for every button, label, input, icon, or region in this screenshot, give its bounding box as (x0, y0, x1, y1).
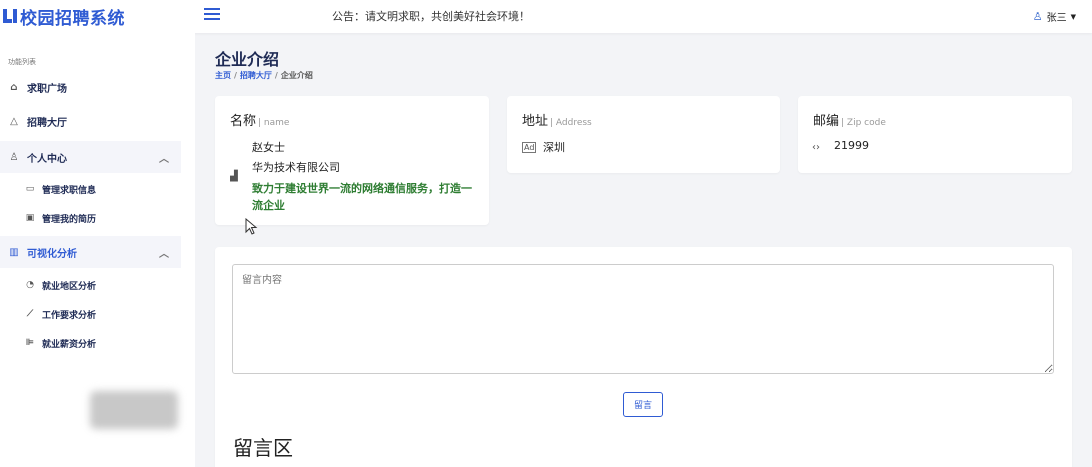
message-card: 留言 留言区 (215, 247, 1072, 467)
zip-code-value: 21999 (834, 139, 869, 152)
sidebar-item-label: 就业薪资分析 (42, 339, 97, 350)
company-name: 华为技术有限公司 (252, 161, 340, 174)
bar-chart-icon: ⊫ (25, 338, 35, 348)
hamburger-menu-icon[interactable] (204, 8, 220, 22)
contact-person: 赵女士 (252, 141, 285, 154)
company-slogan: 致力于建设世界一流的网络通信服务，打造一流企业 (252, 182, 472, 212)
mouse-cursor-icon (245, 218, 258, 235)
breadcrumb-home[interactable]: 主页 (215, 71, 231, 80)
sidebar-item-label: 求职广场 (27, 83, 67, 95)
submit-message-button[interactable]: 留言 (623, 392, 663, 417)
sidebar-item-region-analysis[interactable]: ◔ 就业地区分析 (0, 272, 181, 298)
sidebar-item-label: 个人中心 (27, 153, 67, 165)
home-icon: ⌂ (10, 81, 18, 93)
message-icon: ▭ (25, 184, 35, 194)
user-icon: ♙ (9, 151, 19, 163)
sidebar-group-visual-analysis[interactable]: ▥ 可视化分析 ︿ (0, 236, 181, 268)
brand-title: 校园招聘系统 (20, 8, 125, 29)
card-title: 邮编 | Zip code (813, 114, 886, 129)
page-title: 企业介绍 (215, 50, 280, 69)
blurred-image (90, 391, 178, 429)
shapes-icon: △ (10, 115, 18, 127)
sidebar-item-manage-resume[interactable]: ▣ 管理我的简历 (0, 205, 181, 231)
code-icon: ‹› (812, 142, 820, 153)
brand[interactable]: 校园招聘系统 (0, 4, 125, 29)
breadcrumb-current: 企业介绍 (280, 71, 313, 80)
chevron-up-icon: ︿ (159, 153, 169, 165)
sidebar-item-label: 就业地区分析 (42, 281, 97, 292)
sidebar-item-manage-job-info[interactable]: ▭ 管理求职信息 (0, 176, 181, 202)
sidebar-group-personal-center[interactable]: ♙ 个人中心 ︿ (0, 141, 181, 173)
chevron-up-icon: ︿ (159, 248, 169, 260)
pie-chart-icon: ◔ (26, 280, 34, 290)
card-title: 地址 | Address (522, 114, 592, 129)
breadcrumb: 主页 / 招聘大厅 / 企业介绍 (215, 71, 313, 80)
sidebar-item-salary-analysis[interactable]: ⊫ 就业薪资分析 (0, 330, 181, 356)
brand-logo-icon (0, 7, 20, 25)
top-navbar: 校园招聘系统 公告：请文明求职，共创美好社会环境！ ♙ 张三 ▼ (0, 0, 1092, 33)
sidebar-heading: 功能列表 (8, 58, 36, 66)
sidebar-item-label: 工作要求分析 (42, 310, 97, 321)
breadcrumb-recruitment-hall[interactable]: 招聘大厅 (240, 71, 272, 80)
announcement-text: 公告：请文明求职，共创美好社会环境！ (332, 10, 530, 23)
sidebar-item-job-square[interactable]: ⌂ 求职广场 (0, 71, 181, 103)
company-name-card: 名称 | name ▟ 赵女士 华为技术有限公司 致力于建设世界一流的网络通信服务… (215, 96, 489, 225)
ad-icon: Ad (522, 142, 537, 153)
caret-down-icon: ▼ (1070, 12, 1076, 21)
user-menu[interactable]: ♙ 张三 ▼ (1033, 9, 1076, 24)
line-chart-icon: ⟋ (26, 309, 34, 319)
message-section-title: 留言区 (233, 436, 293, 460)
sidebar-item-label: 管理我的简历 (42, 214, 97, 225)
sidebar: 功能列表 ⌂ 求职广场 △ 招聘大厅 ♙ 个人中心 ︿ ▭ 管理求职信息 ▣ 管… (0, 33, 195, 467)
user-name: 张三 (1046, 13, 1067, 24)
card-title: 名称 | name (230, 114, 290, 129)
address-value: 深圳 (543, 141, 565, 154)
sidebar-item-label: 管理求职信息 (42, 185, 97, 196)
sidebar-item-label: 可视化分析 (27, 248, 77, 260)
bar-chart-icon: ▥ (9, 246, 19, 258)
zip-code-card: 邮编 | Zip code ‹› 21999 (798, 96, 1072, 173)
user-icon: ♙ (1032, 10, 1043, 23)
sidebar-item-recruitment-hall[interactable]: △ 招聘大厅 (0, 105, 181, 137)
signal-icon: ▟ (230, 171, 238, 182)
sidebar-item-requirement-analysis[interactable]: ⟋ 工作要求分析 (0, 301, 181, 327)
address-card: 地址 | Address Ad 深圳 (507, 96, 780, 173)
document-icon: ▣ (25, 213, 35, 223)
sidebar-item-label: 招聘大厅 (27, 117, 67, 129)
message-textarea[interactable] (232, 264, 1054, 374)
